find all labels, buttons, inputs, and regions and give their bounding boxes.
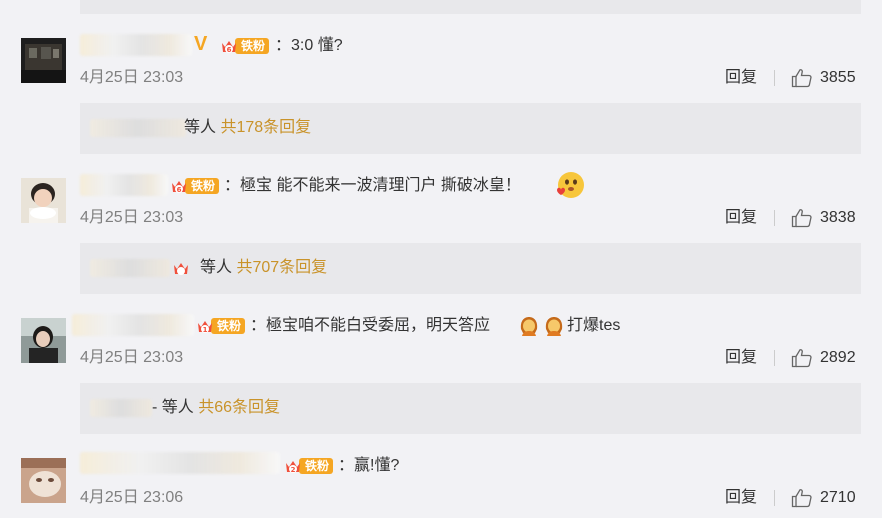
comment-text-suffix: 打爆tes xyxy=(567,317,621,334)
replier-name-blurred xyxy=(90,259,170,277)
smitten-emoji-icon xyxy=(557,172,584,198)
replies-summary[interactable]: 等人 共707条回复 xyxy=(80,243,861,294)
replier-name-blurred xyxy=(90,119,186,137)
comment-text: ：3:0 懂? xyxy=(275,37,343,54)
thumbs-up-icon[interactable] xyxy=(791,208,813,228)
comment-time: 4月25日 23:03 xyxy=(80,209,184,226)
thumbs-up-icon[interactable] xyxy=(791,348,813,368)
svg-text:6: 6 xyxy=(177,186,182,194)
username-blurred[interactable] xyxy=(80,34,192,56)
fan-badge: 6 铁粉 xyxy=(170,177,220,195)
person-emoji-icon xyxy=(520,317,538,336)
username-blurred[interactable] xyxy=(72,314,194,336)
replies-summary[interactable]: - 等人 共66条回复 xyxy=(80,383,861,434)
avatar-image xyxy=(21,38,66,83)
fan-badge: 1 铁粉 xyxy=(196,317,246,335)
comment-time: 4月25日 23:03 xyxy=(80,349,184,366)
previous-reply-box-edge xyxy=(80,0,861,14)
svg-text:2: 2 xyxy=(291,466,296,474)
like-count: 2892 xyxy=(820,349,856,366)
thumbs-up-icon[interactable] xyxy=(791,488,813,508)
avatar-image xyxy=(21,318,66,363)
divider xyxy=(774,350,775,366)
badge-label: 铁粉 xyxy=(299,458,334,474)
replies-more-link[interactable]: 等人 共178条回复 xyxy=(184,117,311,139)
username-blurred[interactable] xyxy=(80,452,280,474)
divider xyxy=(774,490,775,506)
comment-text: ：極宝咱不能白受委屈，明天答应 xyxy=(250,317,491,334)
replies-prefix: - 等人 xyxy=(152,399,194,416)
crown-icon: 2 xyxy=(284,457,302,475)
badge-label: 铁粉 xyxy=(211,318,246,334)
avatar-image xyxy=(21,458,66,503)
divider xyxy=(774,70,775,86)
crown-badge xyxy=(172,259,190,277)
fan-badge: 2 铁粉 xyxy=(284,457,334,475)
replies-count[interactable]: 共178条回复 xyxy=(220,119,311,136)
like-count: 2710 xyxy=(820,489,856,506)
crown-icon: 6 xyxy=(220,37,238,55)
like-count: 3855 xyxy=(820,69,856,86)
like-count: 3838 xyxy=(820,209,856,226)
replier-name-blurred xyxy=(90,399,152,417)
fan-badge: 6 铁粉 xyxy=(220,37,270,55)
svg-text:6: 6 xyxy=(227,46,232,54)
replies-count[interactable]: 共707条回复 xyxy=(236,259,327,276)
svg-text:1: 1 xyxy=(203,326,208,334)
replies-prefix: 等人 xyxy=(200,259,233,276)
username-blurred[interactable] xyxy=(80,174,168,196)
reply-button[interactable]: 回复 xyxy=(725,487,757,509)
crown-icon: 1 xyxy=(196,317,214,335)
reply-button[interactable]: 回复 xyxy=(725,67,757,89)
replies-more-link[interactable]: - 等人 共66条回复 xyxy=(152,397,280,419)
comment-time: 4月25日 23:06 xyxy=(80,489,184,506)
comment-text: ：極宝 能不能来一波清理门户 撕破冰皇！ xyxy=(224,177,521,194)
comment-text: ：赢!懂? xyxy=(338,457,400,474)
avatar[interactable] xyxy=(21,318,66,363)
comment-time: 4月25日 23:03 xyxy=(80,69,184,86)
avatar[interactable] xyxy=(21,178,66,223)
reply-button[interactable]: 回复 xyxy=(725,347,757,369)
divider xyxy=(774,210,775,226)
person-emoji-icon xyxy=(545,317,563,336)
thumbs-up-icon[interactable] xyxy=(791,68,813,88)
reply-button[interactable]: 回复 xyxy=(725,207,757,229)
badge-label: 铁粉 xyxy=(235,38,270,54)
crown-icon xyxy=(172,259,190,277)
avatar[interactable] xyxy=(21,458,66,503)
avatar[interactable] xyxy=(21,38,66,83)
vip-mark: V xyxy=(194,33,208,55)
replies-prefix: 等人 xyxy=(184,119,217,136)
badge-label: 铁粉 xyxy=(185,178,220,194)
replies-count[interactable]: 共66条回复 xyxy=(198,399,280,416)
replies-more-link[interactable]: 等人 共707条回复 xyxy=(200,257,327,279)
crown-icon: 6 xyxy=(170,177,188,195)
avatar-image xyxy=(21,178,66,223)
replies-summary[interactable]: 等人 共178条回复 xyxy=(80,103,861,154)
